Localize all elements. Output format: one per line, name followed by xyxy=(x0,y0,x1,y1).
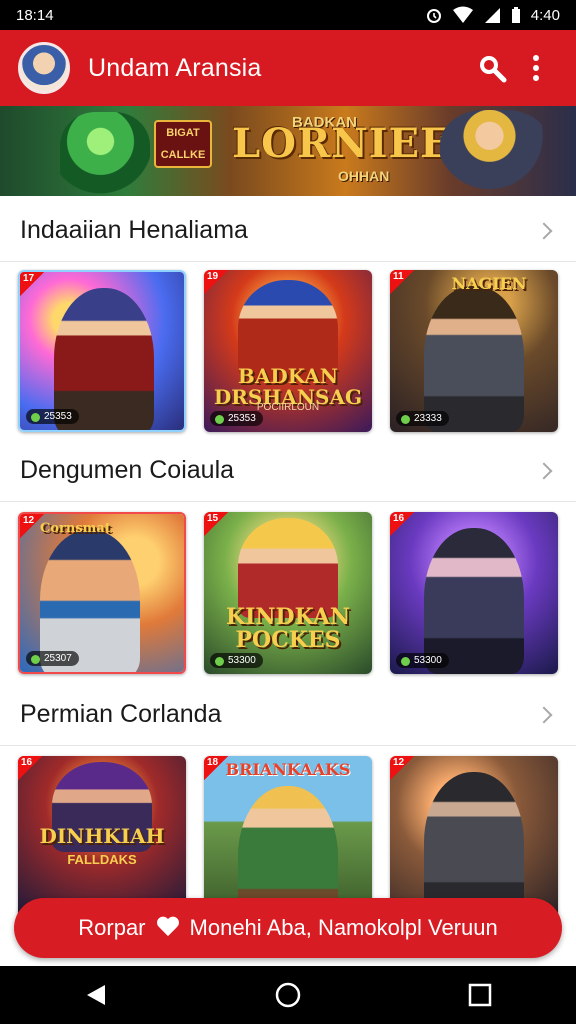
more-vert-icon xyxy=(533,55,539,81)
chevron-right-icon xyxy=(535,462,553,479)
card-art-title: BRIANKAAKS xyxy=(225,760,351,779)
banner-sub-text: OHHAN xyxy=(338,168,390,184)
section-title: Dengumen Coiaula xyxy=(20,456,235,484)
card-count: 23333 xyxy=(396,411,449,426)
banner-hero-left xyxy=(60,112,150,196)
card-corner-badge: 16 xyxy=(18,756,42,780)
card-corner-badge: 15 xyxy=(204,512,228,536)
cta-button[interactable]: Rorpar Monehi Aba, Namokolpl Veruun xyxy=(14,898,562,958)
cta-right-text: Monehi Aba, Namokolpl Veruun xyxy=(189,915,498,940)
section-header[interactable]: Indaaiian Henaliama xyxy=(0,200,576,262)
card-corner-badge: 18 xyxy=(204,756,228,780)
card-corner-badge: 12 xyxy=(20,514,44,538)
game-card[interactable]: DINHKIAH FALLDAKS 16 xyxy=(18,756,186,918)
chevron-right-icon xyxy=(535,222,553,239)
system-nav-bar xyxy=(0,966,576,1024)
card-art-title: NAGIEN xyxy=(451,274,527,293)
game-card[interactable]: BRIANKAAKS 18 xyxy=(204,756,372,918)
wifi-icon xyxy=(452,6,473,23)
banner-title: LORNIEE xyxy=(232,120,452,167)
status-time: 18:14 xyxy=(16,6,54,24)
signal-icon xyxy=(484,8,500,23)
chevron-right-icon xyxy=(535,706,553,723)
game-card[interactable]: BADKAN DRSHANSAG POCIIRLOUN 19 25353 xyxy=(204,270,372,432)
game-row: Cornsmat 12 25307 KINDKAN POCKES 15 5330… xyxy=(18,512,558,674)
section-title: Permian Corlanda xyxy=(20,700,222,728)
game-card[interactable]: 17 25353 xyxy=(18,270,186,432)
card-count: 53300 xyxy=(210,653,263,668)
section-header[interactable]: Dengumen Coiaula xyxy=(0,440,576,502)
home-icon xyxy=(275,982,301,1008)
card-art-title: KINDKAN POCKES xyxy=(225,604,350,654)
home-button[interactable] xyxy=(258,966,318,1024)
promo-banner[interactable]: BIGAT CALLKE BADKAN LORNIEE OHHAN xyxy=(0,106,576,196)
battery-text: 4:40 xyxy=(530,6,560,24)
card-corner-badge: 12 xyxy=(390,756,414,780)
game-row: 17 25353 BADKAN DRSHANSAG POCIIRLOUN 19 … xyxy=(18,270,558,432)
game-card[interactable]: 12 xyxy=(390,756,558,918)
card-corner-badge: 17 xyxy=(20,272,44,296)
back-icon xyxy=(87,985,105,1005)
card-count: 25353 xyxy=(210,411,263,426)
more-options-button[interactable] xyxy=(514,46,558,90)
card-art-title: Cornsmat xyxy=(40,521,111,536)
card-corner-badge: 19 xyxy=(204,270,228,294)
banner-hero-right xyxy=(440,110,550,196)
status-icons: 4:40 xyxy=(425,6,560,24)
back-button[interactable] xyxy=(66,966,126,1024)
game-card[interactable]: NAGIEN 11 23333 xyxy=(390,270,558,432)
app-title: Undam Aransia xyxy=(88,53,262,82)
recents-button[interactable] xyxy=(450,966,510,1024)
card-corner-badge: 16 xyxy=(390,512,414,536)
card-count: 25307 xyxy=(26,651,79,666)
game-card[interactable]: Cornsmat 12 25307 xyxy=(18,512,186,674)
card-count: 53300 xyxy=(396,653,449,668)
avatar[interactable] xyxy=(18,42,70,94)
game-card[interactable]: KINDKAN POCKES 15 53300 xyxy=(204,512,372,674)
app-bar: Undam Aransia xyxy=(0,30,576,106)
section-title: Indaaiian Henaliama xyxy=(20,216,248,244)
search-button[interactable] xyxy=(470,46,514,90)
card-corner-badge: 11 xyxy=(390,270,414,294)
banner-badge: BIGAT CALLKE xyxy=(154,120,212,168)
alarm-icon xyxy=(426,9,441,23)
section-header[interactable]: Permian Corlanda xyxy=(0,684,576,746)
heart-icon xyxy=(156,917,180,939)
status-bar: 18:14 4:40 xyxy=(0,0,576,30)
card-count: 25353 xyxy=(26,409,79,424)
recents-icon xyxy=(468,983,492,1007)
battery-icon xyxy=(511,7,520,23)
game-card[interactable]: 16 53300 xyxy=(390,512,558,674)
card-art-subtitle: FALLDAKS xyxy=(67,852,137,867)
game-row: DINHKIAH FALLDAKS 16 BRIANKAAKS 18 12 xyxy=(18,756,558,918)
search-icon xyxy=(480,56,507,83)
card-art-title: DINHKIAH xyxy=(39,824,165,848)
cta-left-text: Rorpar xyxy=(78,915,146,940)
